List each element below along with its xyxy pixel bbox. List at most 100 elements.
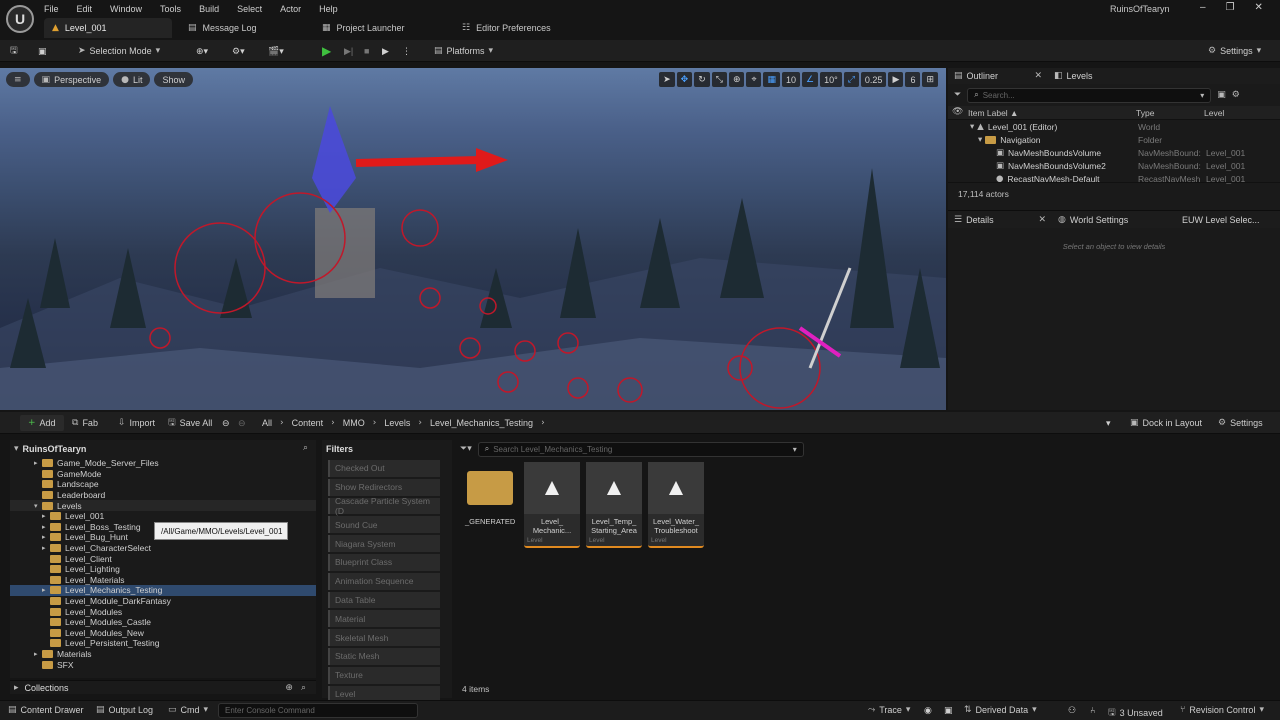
filter-chip[interactable]: Cascade Particle System (D — [328, 496, 440, 516]
expand-arrow-icon[interactable]: ▸ — [42, 512, 50, 520]
filter-chip[interactable]: Skeletal Mesh — [328, 629, 440, 646]
menu-select[interactable]: Select — [237, 4, 262, 14]
step-icon[interactable]: ▶| — [344, 43, 353, 59]
filter-chip[interactable]: Niagara System — [328, 535, 440, 552]
close-icon[interactable]: ✕ — [1038, 215, 1046, 225]
save-icon[interactable]: 🖫 — [10, 43, 18, 59]
unsaved-button[interactable]: 🖫 3 Unsaved — [1108, 705, 1163, 720]
add-folder-icon[interactable]: ▣ — [1217, 90, 1226, 100]
save-all-button[interactable]: 🖫 Save All — [168, 415, 212, 431]
import-button[interactable]: ⇩ Import — [118, 415, 155, 431]
level-viewport[interactable]: ≡ ▣ Perspective ● Lit Show ➤ ✥ ↻ ⤡ ⊕ ⌖ ▦ 1… — [0, 68, 946, 410]
breadcrumb-content[interactable]: Content — [292, 418, 324, 428]
chevron-down-icon[interactable]: ▾ — [1106, 415, 1111, 431]
source-control-icon[interactable]: ⑃ — [1090, 705, 1095, 715]
lit-button[interactable]: ● Lit — [113, 72, 151, 87]
blueprint-icon[interactable]: ⚙▾ — [232, 43, 245, 59]
folder-tree-item[interactable]: Landscape — [10, 479, 316, 490]
folder-tree-item[interactable]: Level_Persistent_Testing — [10, 638, 316, 649]
perspective-button[interactable]: ▣ Perspective — [33, 72, 110, 87]
menu-tools[interactable]: Tools — [160, 4, 181, 14]
close-icon[interactable]: ✕ — [1255, 2, 1263, 13]
expand-arrow-icon[interactable]: ▸ — [42, 533, 50, 541]
asset-tile[interactable]: ▲ Level_Water_ Troubleshoot Level — [648, 462, 704, 548]
filter-chip[interactable]: Sound Cue — [328, 516, 440, 534]
folder-tree-item[interactable]: ▸ Level_CharacterSelect — [10, 543, 316, 554]
revision-control-button[interactable]: ⑂ Revision Control ▾ — [1180, 705, 1264, 715]
derived-data-button[interactable]: ⇅ Derived Data ▾ — [964, 705, 1037, 715]
rotation-snap-icon[interactable]: ∠ — [802, 72, 819, 87]
outliner-row[interactable]: ▾ ▲ Level_001 (Editor) World — [948, 120, 1280, 133]
viewport-menu-button[interactable]: ≡ — [6, 72, 30, 87]
menu-window[interactable]: Window — [110, 4, 142, 14]
tab-outliner[interactable]: ▤ Outliner ✕ — [948, 68, 1048, 84]
rotate-tool-icon[interactable]: ↻ — [694, 72, 710, 87]
play-options-icon[interactable]: ⋮ — [402, 43, 411, 59]
folder-tree-item[interactable]: ▸ Game_Mode_Server_Files — [10, 458, 316, 469]
play-icon[interactable]: ▶ — [322, 43, 331, 59]
cinematics-icon[interactable]: 🎬▾ — [268, 43, 284, 59]
expand-arrow-icon[interactable]: ▸ — [34, 459, 42, 467]
filter-chip[interactable]: Animation Sequence — [328, 572, 440, 590]
search-icon[interactable]: ⌕ — [301, 683, 306, 693]
minimize-icon[interactable]: – — [1200, 2, 1206, 13]
add-actor-icon[interactable]: ⊕▾ — [196, 43, 208, 59]
camera-speed-value[interactable]: 6 — [905, 72, 921, 87]
outliner-row[interactable]: ▣ NavMeshBoundsVolume NavMeshBound: Leve… — [948, 146, 1280, 159]
rotation-snap-value[interactable]: 10° — [820, 72, 842, 87]
folder-tree-item[interactable]: Leaderboard — [10, 490, 316, 501]
dock-in-layout-button[interactable]: ▣ Dock in Layout — [1130, 415, 1202, 431]
content-drawer-button[interactable]: ▤ Content Drawer — [8, 705, 84, 715]
folder-tree-item[interactable]: SFX — [10, 659, 316, 670]
folder-tree-item[interactable]: Level_Lighting — [10, 564, 316, 575]
content-browser-settings-button[interactable]: ⚙ Settings — [1218, 415, 1263, 431]
platforms-button[interactable]: ▤ Platforms ▾ — [434, 43, 493, 59]
outliner-row[interactable]: ▾ Navigation Folder — [948, 133, 1280, 146]
selection-mode-button[interactable]: ➤ Selection Mode ▾ — [78, 43, 160, 59]
show-button[interactable]: Show — [154, 72, 193, 87]
menu-edit[interactable]: Edit — [77, 4, 93, 14]
menu-build[interactable]: Build — [199, 4, 219, 14]
tab-euw-level-select[interactable]: EUW Level Selec... — [1176, 212, 1266, 228]
filter-chip[interactable]: Blueprint Class — [328, 553, 440, 571]
tab-world-settings[interactable]: ◍ World Settings — [1052, 212, 1176, 228]
project-root[interactable]: RuinsOfTearyn — [23, 444, 87, 454]
scale-snap-value[interactable]: 0.25 — [860, 72, 887, 87]
tab-message-log[interactable]: ▤ Message Log — [180, 18, 314, 38]
unreal-logo-icon[interactable]: U — [6, 5, 34, 33]
close-icon[interactable]: ✕ — [1034, 71, 1042, 81]
collections-header[interactable]: ▸ Collections ⊕ ⌕ — [10, 680, 316, 694]
simulate-icon[interactable]: ▶ — [382, 43, 389, 59]
menu-actor[interactable]: Actor — [280, 4, 301, 14]
gear-icon[interactable]: ⚙ — [1232, 90, 1240, 100]
menu-file[interactable]: File — [44, 4, 59, 14]
asset-tile[interactable]: ▲ Level_Temp_ Starting_Area Level — [586, 462, 642, 548]
trace-button[interactable]: ⤳ Trace ▾ — [868, 705, 910, 715]
grid-snap-icon[interactable]: ▦ — [763, 72, 780, 87]
filter-chip[interactable]: Show Redirectors — [328, 478, 440, 496]
breadcrumb-levels[interactable]: Levels — [384, 418, 410, 428]
folder-tree-item[interactable]: Level_Modules — [10, 606, 316, 617]
col-item-label[interactable]: Item Label ▲ — [968, 108, 1018, 118]
breadcrumb-level-mechanics-testing[interactable]: Level_Mechanics_Testing — [430, 418, 533, 428]
camera-speed-icon[interactable]: ▶ — [888, 72, 904, 87]
col-type[interactable]: Type — [1136, 108, 1154, 118]
search-icon[interactable]: ⌕ — [303, 443, 308, 453]
expand-arrow-icon[interactable]: ▾ — [970, 122, 974, 132]
tab-level-001[interactable]: ▲ Level_001 — [44, 18, 172, 38]
tab-details[interactable]: ☰ Details ✕ — [948, 212, 1052, 228]
filter-chip[interactable]: Material — [328, 610, 440, 628]
folder-tree-item[interactable]: ▸ Level_Mechanics_Testing — [10, 585, 316, 596]
stop-icon[interactable]: ■ — [364, 43, 369, 59]
folder-tree-item[interactable]: ▸ Materials — [10, 649, 316, 660]
expand-arrow-icon[interactable]: ▾ — [14, 444, 19, 454]
expand-arrow-icon[interactable]: ▾ — [34, 502, 42, 510]
translate-tool-icon[interactable]: ✥ — [676, 72, 693, 87]
col-level[interactable]: Level — [1204, 108, 1224, 118]
folder-tree-item[interactable]: Level_Modules_Castle — [10, 617, 316, 628]
filter-icon[interactable]: ⏷▾ — [460, 444, 472, 454]
tab-levels[interactable]: ◧ Levels — [1048, 68, 1099, 84]
filter-chip[interactable]: Checked Out — [328, 460, 440, 477]
outliner-row[interactable]: ● RecastNavMesh-Default RecastNavMesh Le… — [948, 172, 1280, 185]
console-input[interactable]: Enter Console Command — [218, 703, 418, 718]
